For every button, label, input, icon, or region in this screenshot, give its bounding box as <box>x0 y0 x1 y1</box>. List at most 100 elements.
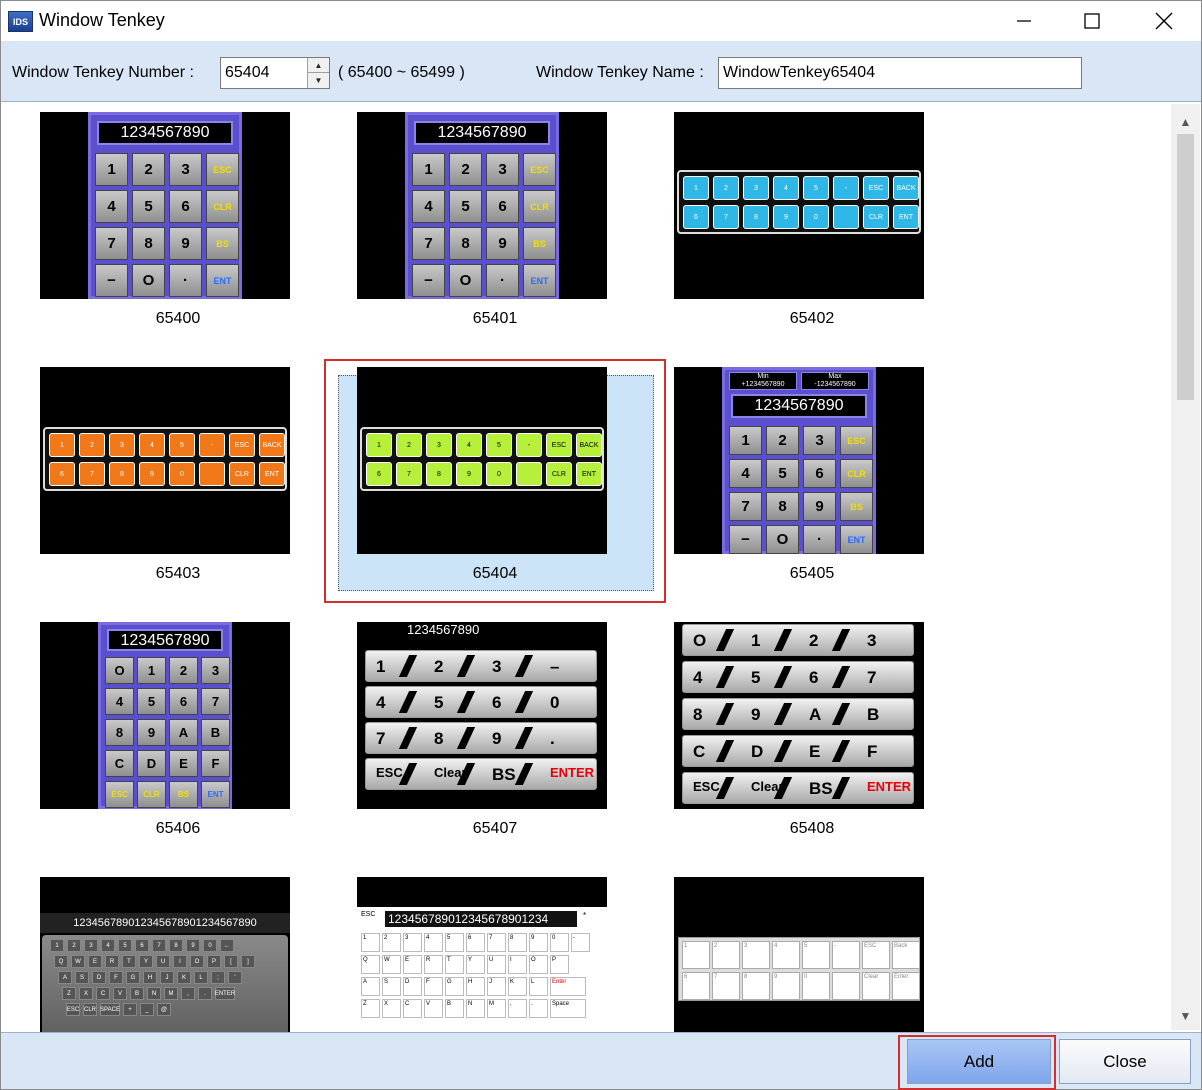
tenkey-tile[interactable]: 123456789012345678901234567890 1 2 3 4 5 6 7 8 9 0… <box>7 869 349 1032</box>
white-key: X <box>382 999 401 1018</box>
tenkey-tile[interactable]: 1234567890 1 2 3–4 5 6 0 7 8 9. ESC Clear BS ENTER 654… <box>324 614 666 858</box>
keypad-key: O <box>449 264 482 297</box>
keypad-key: 9 <box>803 492 836 521</box>
keyboard-key: L <box>194 971 208 984</box>
key-label: 7 <box>867 668 877 687</box>
spin-down-icon[interactable]: ▼ <box>308 73 329 88</box>
keyboard-key: 3 <box>84 939 98 952</box>
keyboard-key: F <box>109 971 123 984</box>
keypad-key: 6 <box>803 459 836 488</box>
scroll-up-icon[interactable]: ▲ <box>1171 110 1200 134</box>
keypad-key: CLR <box>523 190 556 223</box>
tenkey-preview: 1234567890 O 1 2 3 4 5 6 7 8 9 A B C D E F ESC CLR BS ENT <box>40 622 290 809</box>
keypad-key: 5 <box>766 459 799 488</box>
key-block-row: C D E F <box>682 735 914 767</box>
keypad-key: CLR <box>840 459 873 488</box>
key-divider-icon <box>398 727 418 749</box>
keypad-key: 6 <box>486 190 519 223</box>
keypad-key: E <box>169 750 198 777</box>
bar-key: BACK <box>893 176 919 200</box>
keypad-key: 6 <box>169 190 202 223</box>
white-key: 8 <box>742 972 770 1000</box>
white-key: Back <box>892 941 920 969</box>
key-label: 3 <box>492 657 502 676</box>
white-key: 6 <box>466 933 485 952</box>
close-button[interactable]: Close <box>1059 1039 1191 1084</box>
keyboard-key: W <box>71 955 85 968</box>
spin-up-icon[interactable]: ▲ <box>308 58 329 73</box>
add-button[interactable]: Add <box>907 1039 1051 1084</box>
white-key: I <box>508 955 527 974</box>
tenkey-number-input[interactable]: 65404 ▲ ▼ <box>220 57 330 89</box>
keypad-key: 8 <box>449 227 482 260</box>
white-key: 0 <box>550 933 569 952</box>
keypad-key: BS <box>523 227 556 260</box>
keyboard-key: ; <box>211 971 225 984</box>
number-spinner[interactable]: ▲ ▼ <box>307 58 329 88</box>
tenkey-tile[interactable]: 1 2 3 4 5- ESC BACK 6 7 8 9 0 CLR ENT 65402 <box>641 104 983 348</box>
white-key: 1 <box>682 941 710 969</box>
key-label: 6 <box>809 668 819 687</box>
tenkey-tile[interactable]: Min +1234567890 Max -1234567890 1234567890… <box>641 359 983 603</box>
key-label: 4 <box>693 668 703 687</box>
tenkey-tile[interactable]: 1234567890 1 2 3 ESC 4 5 6 CLR 7 8 9 BS − O · ENT 65400 <box>7 104 349 348</box>
tenkey-tile[interactable]: 1 2 3 4 5- ESC BACK 6 7 8 9 0 CLR ENT 65404 <box>324 359 666 603</box>
scrollbar-thumb[interactable] <box>1177 134 1194 400</box>
bar-key: ESC <box>546 433 572 457</box>
toolbar: Window Tenkey Number : 65404 ▲ ▼ ( 65400… <box>1 41 1201 102</box>
keypad-key: ENT <box>523 264 556 297</box>
close-window-button[interactable] <box>1128 1 1200 41</box>
keypad-key: 3 <box>201 657 230 684</box>
keypad-frame: 1234567890 1 2 3 ESC 4 5 6 CLR 7 8 9 BS − O · ENT <box>88 112 242 299</box>
vertical-scrollbar[interactable]: ▲ ▼ <box>1171 104 1200 1030</box>
keypad-frame: Min +1234567890 Max -1234567890 1234567890… <box>722 367 876 554</box>
key-block-row: 4 5 6 7 <box>682 661 914 693</box>
bar-key: ENT <box>259 462 285 486</box>
tenkey-tile[interactable]: 1 2 3 4 5- ESC Back 6 7 8 9 0 Clear Enter <box>641 869 983 1032</box>
white-key: P <box>550 955 569 974</box>
keypad-key: 9 <box>486 227 519 260</box>
bar-key: 0 <box>169 462 195 486</box>
tenkey-name-input[interactable]: WindowTenkey65404 <box>718 57 1082 89</box>
white-key <box>832 972 860 1000</box>
bar-key: 4 <box>456 433 482 457</box>
keyboard-key: 5 <box>118 939 132 952</box>
key-label: 8 <box>434 729 444 748</box>
key-divider-icon <box>831 703 851 725</box>
key-label: 1 <box>751 631 761 650</box>
keypad-frame: 1234567890 1 2 3 ESC 4 5 6 CLR 7 8 9 BS − O · ENT <box>405 112 559 299</box>
tenkey-tile[interactable]: 1234567890 O 1 2 3 4 5 6 7 8 9 A B C D E F ESC CLR BS ENT 654… <box>7 614 349 858</box>
keypad-key: 8 <box>105 719 134 746</box>
white-key: H <box>466 977 485 996</box>
white-key: 2 <box>382 933 401 952</box>
bar-key: CLR <box>546 462 572 486</box>
bar-key: BACK <box>259 433 285 457</box>
bar-key: - <box>833 176 859 200</box>
tenkey-id-label: 65402 <box>789 310 835 327</box>
keypad-key: 2 <box>169 657 198 684</box>
tenkey-tile[interactable]: ESC 123456789012345678901234 * 1 2 3 4 5 6 7 8 9 0- Q… <box>324 869 666 1032</box>
tenkey-tile[interactable]: O 1 2 3 4 5 6 7 8 9 A B C D E F ESC Clear BS ENTER 65408 <box>641 614 983 858</box>
tenkey-id-label: 65405 <box>789 565 835 582</box>
maximize-button[interactable] <box>1056 1 1128 41</box>
white-display: 123456789012345678901234 <box>385 911 577 927</box>
white-key: 2 <box>712 941 740 969</box>
minimize-button[interactable] <box>988 1 1060 41</box>
keypad-key: BS <box>169 781 198 808</box>
key-label: 4 <box>376 693 386 712</box>
key-label: B <box>867 705 880 724</box>
tenkey-tile[interactable]: 1234567890 1 2 3 ESC 4 5 6 CLR 7 8 9 BS − O · ENT 65401 <box>324 104 666 348</box>
dual-value: +1234567890 <box>741 381 785 388</box>
tenkey-preview: 1234567890 1 2 3–4 5 6 0 7 8 9. ESC Clear BS ENTER <box>357 622 607 809</box>
keyboard-key: B <box>130 987 144 1000</box>
tenkey-id-label: 65404 <box>472 565 518 582</box>
bar-key: ESC <box>863 176 889 200</box>
tenkey-tile[interactable]: 1 2 3 4 5- ESC BACK 6 7 8 9 0 CLR ENT 65403 <box>7 359 349 603</box>
bar-key: 9 <box>456 462 482 486</box>
scroll-down-icon[interactable]: ▼ <box>1171 1004 1200 1028</box>
bar-key: 1 <box>366 433 392 457</box>
white-star: * <box>583 911 587 920</box>
keyboard-key: 7 <box>152 939 166 952</box>
tenkey-id-label: 65406 <box>155 820 201 837</box>
dual-value: -1234567890 <box>814 381 856 388</box>
